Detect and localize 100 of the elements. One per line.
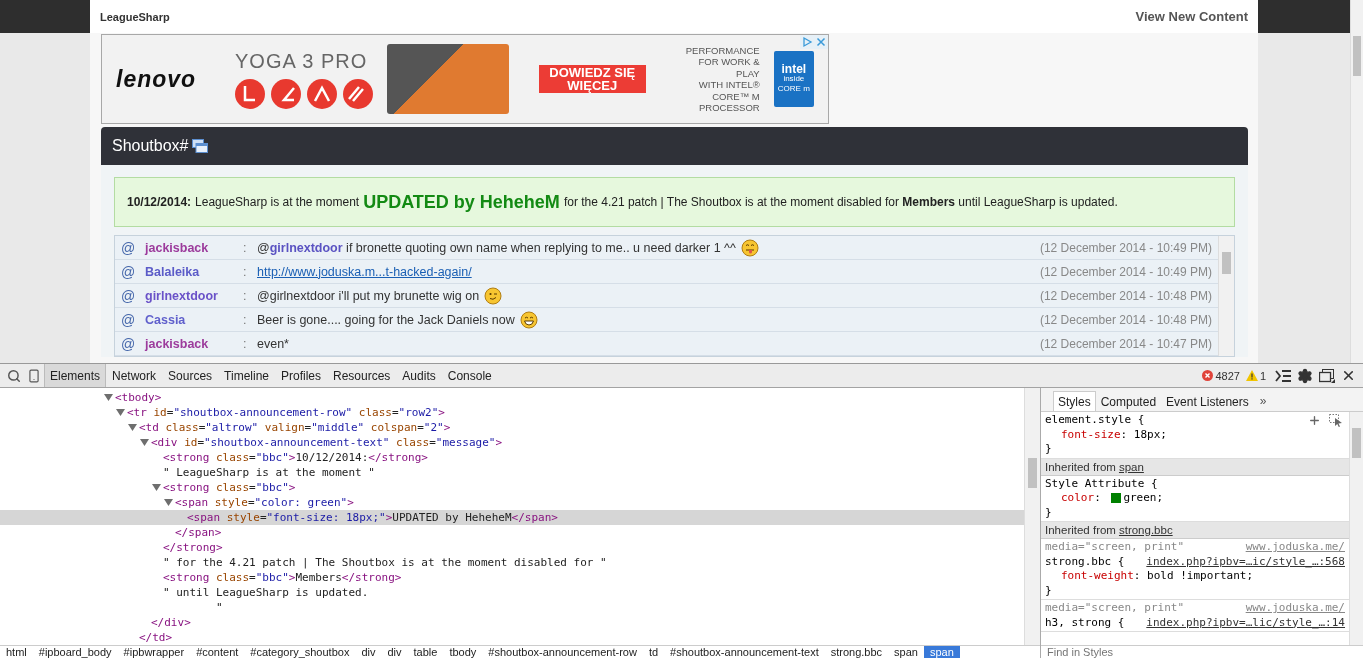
ad-logo: lenovo [116,65,198,93]
collapse-triangle-icon[interactable] [140,438,149,447]
devtools-tab[interactable]: Resources [327,364,397,387]
dom-node-line[interactable]: " LeagueSharp is at the moment " [0,465,1024,480]
site-brand[interactable]: LeagueSharp [100,10,170,23]
ad-tagline: PERFORMANCE FOR WORK & PLAY WITH INTEL® CORE™ M PROCESSOR [684,44,760,114]
style-property[interactable]: font-size: 18px; [1045,427,1345,442]
message-time: (12 December 2014 - 10:49 PM) [1039,240,1212,255]
shoutbox-title: Shoutbox# [112,137,189,155]
breadcrumb-item[interactable]: tbody [443,646,483,658]
breadcrumb-item[interactable]: #shoutbox-announcement-text [664,646,825,658]
devtools-tab[interactable]: Sources [162,364,219,387]
collapse-triangle-icon[interactable] [128,423,137,432]
scrollbar[interactable] [1349,412,1363,645]
ad-info-icon[interactable] [800,35,814,49]
source-link[interactable]: index.php?ipbv=…lic/style_…:14 [1146,615,1345,630]
ad-cta-button[interactable]: DOWIEDZ SIĘ WIĘCEJ [538,65,646,93]
add-icon[interactable] [1308,414,1321,427]
style-property[interactable]: color: green; [1045,491,1345,506]
element-state-icon[interactable] [1329,414,1343,427]
inherited-link[interactable]: span [1118,458,1144,475]
warning-count[interactable]: 1 [1259,369,1266,382]
separator-colon: : [243,288,248,303]
username-link[interactable]: Balaleika [145,264,243,279]
breadcrumb-item[interactable]: strong.bbc [824,646,889,658]
reply-at-link[interactable]: @ [121,311,145,328]
dom-node-line[interactable]: <strong class="bbc"> [0,480,1024,495]
username-link[interactable]: jackisback [145,336,243,351]
ad-banner[interactable]: lenovo YOGA 3 PRO DOWIEDZ SIĘ WIĘCEJ PERFORMANCE FOR WORK & PLAY WITH INTEL® CORE™ M PROCESSOR intel inside CORE m [101,34,829,124]
username-link[interactable]: jackisback [145,240,243,255]
dom-node-line[interactable]: " for the 4.21 patch | The Shoutbox is at the moment disabled for " [0,555,1024,570]
inherited-label: Inherited from [1045,523,1116,538]
breadcrumb-item[interactable]: table [407,646,444,658]
devtools-tab[interactable]: Audits [396,364,442,387]
message-text: @girlnextdoor i'll put my brunette wig on [257,288,480,303]
styles-tab[interactable]: Styles [1053,391,1096,411]
breadcrumb-item[interactable]: span [923,646,960,658]
rule-selector: h3, strong { [1045,615,1125,630]
dom-node-line[interactable]: " until LeagueSharp is updated. " [0,585,1024,615]
separator-colon: : [243,336,248,351]
source-link[interactable]: index.php?ipbv=…ic/style_…:568 [1146,554,1345,569]
reply-at-link[interactable]: @ [121,239,145,256]
collapse-triangle-icon[interactable] [116,408,125,417]
collapse-triangle-icon[interactable] [152,483,161,492]
media-query: media="screen, print" [1045,540,1185,555]
breadcrumb-item[interactable]: #category_shoutbox [244,646,356,658]
dom-close-tag: </span> [0,525,1024,540]
find-in-styles-field[interactable]: Find in Styles [1041,645,1363,658]
more-tabs-button[interactable]: » [1253,391,1273,411]
inherited-link[interactable]: strong.bbc [1118,522,1173,538]
view-new-content-link[interactable]: View New Content [1135,9,1248,24]
devtools-tab[interactable]: Timeline [218,364,275,387]
username-link[interactable]: Cassia [145,312,243,327]
media-query: media="screen, print" [1045,601,1185,616]
breadcrumb-item[interactable]: html [0,646,33,658]
reply-at-link[interactable]: @ [121,335,145,352]
devtools-tab[interactable]: Profiles [275,364,327,387]
dom-node-line[interactable]: <tr id="shoutbox-announcement-row" class="row2"> [0,405,1024,420]
scrollbar[interactable] [1218,236,1234,356]
breadcrumb-item[interactable]: #ipbwrapper [117,646,191,658]
dom-node-line[interactable]: <strong class="bbc">Members</strong> [0,570,1024,585]
breadcrumb-item[interactable]: div [355,646,382,658]
username-link[interactable]: girlnextdoor [145,288,243,303]
error-count[interactable]: 4827 [1215,369,1240,382]
breadcrumb-item[interactable]: td [642,646,665,658]
devtools-tab[interactable]: Console [441,364,498,387]
devtools-tab[interactable]: Network [106,364,163,387]
breadcrumb-item[interactable]: #shoutbox-announcement-row [482,646,643,658]
color-swatch[interactable] [1111,493,1122,504]
collapse-triangle-icon[interactable] [104,393,113,402]
message-time: (12 December 2014 - 10:47 PM) [1039,336,1212,351]
message-text: even* [257,336,289,351]
reply-at-link[interactable]: @ [121,263,145,280]
styles-tab[interactable]: Event Listeners [1161,391,1254,411]
breadcrumb-item[interactable]: span [888,646,924,658]
rule-selector: element.style { [1045,413,1145,428]
rule-selector: Style Attribute { [1045,476,1158,491]
dom-node-line[interactable]: <tbody> [0,390,1024,405]
dom-node-line[interactable]: <span style="color: green"> [0,495,1024,510]
scrollbar[interactable] [1024,388,1040,645]
popup-window-icon[interactable] [191,139,208,153]
styles-tab[interactable]: Computed [1095,391,1162,411]
dom-node-line[interactable]: <strong class="bbc">10/12/2014:</strong> [0,450,1024,465]
rule-close: } [1045,442,1053,457]
style-property[interactable]: font-weight: bold !important; [1045,569,1345,584]
dom-node-line[interactable]: <td class="altrow" valign="middle" colspan="2"> [0,420,1024,435]
breadcrumb-item[interactable]: #ipboard_body [32,646,118,658]
breadcrumb-item[interactable]: div [381,646,408,658]
breadcrumb-item[interactable]: #content [190,646,245,658]
dom-node-line[interactable]: <div id="shoutbox-announcement-text" class="message"> [0,435,1024,450]
origin-link[interactable]: www.joduska.me/ [1245,601,1345,616]
origin-link[interactable]: www.joduska.me/ [1245,540,1345,555]
ad-product: YOGA 3 PRO [235,49,369,73]
reply-at-link[interactable]: @ [121,287,145,304]
separator-colon: : [243,312,248,327]
announcement-text: 10/12/2014: LeagueSharp is at the moment UPDATED by HeheheM for the 4.21 patch | The Shoutbox is at the moment disabled for Members until LeagueSharp is updated. [114,177,1235,227]
devtools-tab[interactable]: Elements [44,364,107,387]
scrollbar[interactable] [1350,0,1363,363]
message-link[interactable]: http://www.joduska.m...t-hacked-again/ [257,264,472,279]
collapse-triangle-icon[interactable] [164,498,173,507]
